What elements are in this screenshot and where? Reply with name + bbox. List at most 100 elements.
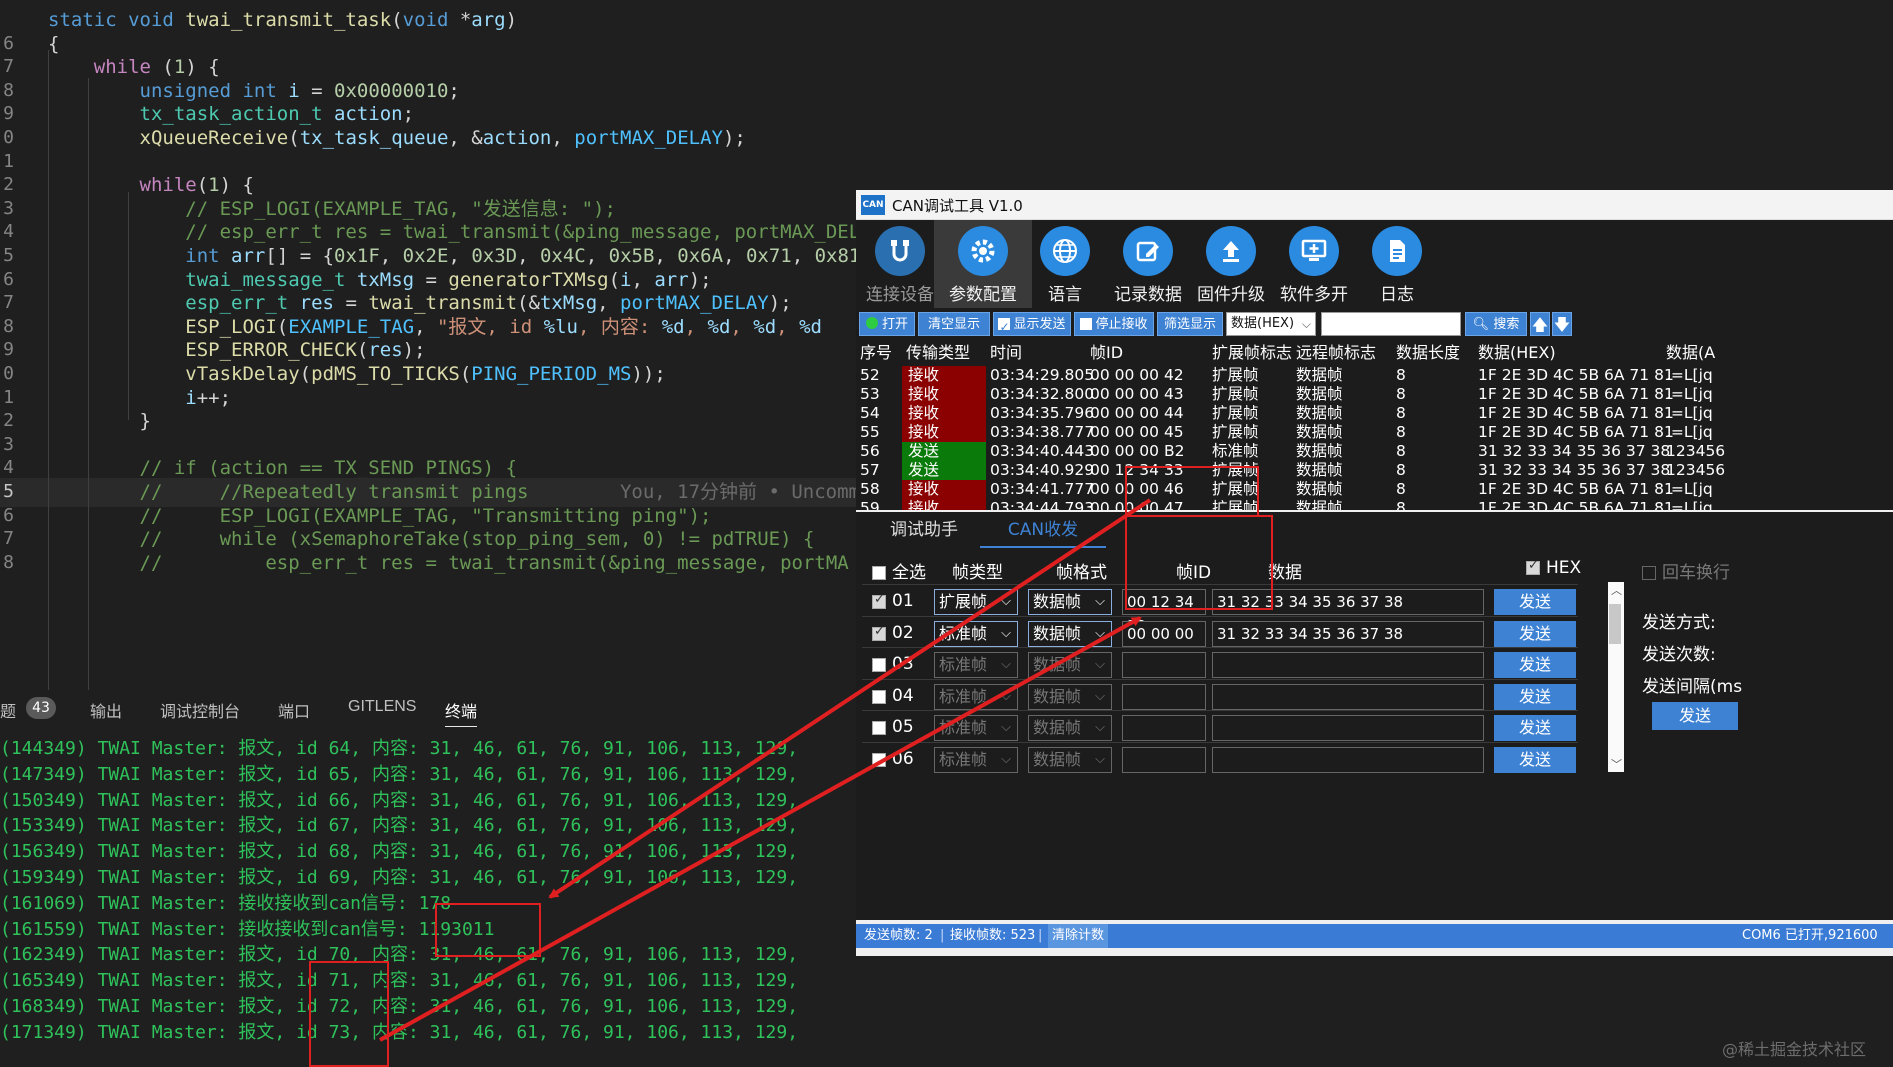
clear-display-button[interactable]: 清空显示	[918, 312, 990, 336]
frame-id-input[interactable]	[1122, 652, 1206, 678]
stop-receive-label: 停止接收	[1095, 317, 1148, 332]
table-row[interactable]: 59 接收 03:34:44.793 00 00 00 47 扩展帧 数据帧 8 1F 2E …	[856, 499, 1893, 510]
function-tabs: 调试助手 CAN收发	[856, 512, 1893, 548]
arrow-down-icon[interactable]: 🡇	[1552, 312, 1572, 336]
send-button[interactable]: 发送	[1494, 652, 1576, 678]
search-button[interactable]: 🔍︎ 搜索	[1465, 312, 1527, 336]
send-row-checkbox[interactable]	[872, 752, 886, 767]
table-row[interactable]: 58 接收 03:34:41.777 00 00 00 46 扩展帧 数据帧 8 1F 2E …	[856, 480, 1893, 499]
frame-format-select[interactable]: 数据帧 ⌵	[1028, 683, 1112, 710]
open-button[interactable]: 打开	[859, 312, 915, 336]
frame-type-select[interactable]: 扩展帧 ⌵	[934, 589, 1018, 615]
column-header[interactable]: 帧ID	[1090, 340, 1123, 366]
hex-checkbox[interactable]: ✓ HEX	[1526, 558, 1581, 578]
frame-type-select[interactable]: 标准帧 ⌵	[934, 683, 1018, 710]
send-button[interactable]: 发送	[1494, 746, 1576, 773]
message-grid[interactable]: 序号 传输类型 时间 帧ID 扩展帧标志 远程帧标志 数据长度 数据(HEX) 数据(A 52 接…	[856, 340, 1893, 510]
frame-format-select[interactable]: 数据帧 ⌵	[1028, 652, 1112, 678]
show-send-toggle[interactable]: 显示发送	[993, 312, 1071, 339]
tab-ports[interactable]: 端口	[278, 698, 310, 722]
send-row-checkbox[interactable]	[872, 624, 886, 641]
arrow-up-icon[interactable]: 🡅	[1530, 312, 1550, 336]
table-row[interactable]: 53 接收 03:34:32.800 00 00 00 43 扩展帧 数据帧 8 1F 2E …	[856, 385, 1893, 404]
table-row[interactable]: 52 接收 03:34:29.805 00 00 00 42 扩展帧 数据帧 8 1F 2E …	[856, 366, 1893, 385]
frame-type-select[interactable]: 标准帧 ⌵	[934, 652, 1018, 678]
table-row[interactable]: 55 接收 03:34:38.777 00 00 00 45 扩展帧 数据帧 8 1F 2E …	[856, 423, 1893, 442]
search-input[interactable]	[1321, 312, 1461, 336]
frame-type-select[interactable]: 标准帧 ⌵	[934, 746, 1018, 773]
frame-id-input[interactable]: 00 12 34 33	[1122, 589, 1206, 635]
tab-debug-assistant[interactable]: 调试助手	[890, 512, 980, 548]
frame-id-input[interactable]	[1122, 715, 1206, 741]
column-header[interactable]: 数据(A	[1666, 340, 1715, 366]
send-button[interactable]: 发送	[1494, 620, 1576, 647]
code-token: ,	[597, 292, 621, 315]
send-row-checkbox[interactable]	[872, 592, 886, 609]
stop-receive-toggle[interactable]: 停止接收	[1074, 312, 1154, 336]
frame-format-select[interactable]: 数据帧 ⌵	[1028, 746, 1112, 773]
column-header[interactable]: 远程帧标志	[1296, 340, 1376, 366]
frame-format-select[interactable]: 数据帧 ⌵	[1028, 620, 1112, 647]
terminal-line: (161559) TWAI Master: 接收接收到can信号: 119301…	[0, 918, 495, 940]
code-token: %d	[753, 315, 777, 338]
crlf-checkbox[interactable]: 回车换行	[1642, 558, 1730, 583]
table-cell-dir: 接收	[902, 404, 986, 423]
frame-data-input[interactable]: 31 32 33 34 35 36 37 38	[1212, 589, 1484, 615]
table-row[interactable]: 54 接收 03:34:35.796 00 00 00 44 扩展帧 数据帧 8 1F 2E …	[856, 404, 1893, 423]
column-header[interactable]: 序号	[860, 340, 892, 366]
frame-data-input[interactable]: 31 32 33 34 35 36 37 38	[1212, 620, 1484, 647]
send-button[interactable]: 发送	[1494, 683, 1576, 710]
frame-id-input[interactable]	[1122, 683, 1206, 710]
select-all-checkbox[interactable]: 全选	[872, 558, 926, 583]
periodic-send-button[interactable]: 发送	[1652, 702, 1738, 730]
column-header[interactable]: 时间	[990, 340, 1022, 366]
send-row-checkbox[interactable]	[872, 658, 886, 672]
table-row[interactable]: 56 发送 03:34:40.443 00 00 00 B2 标准帧 数据帧 8 31 32 …	[856, 442, 1893, 461]
data-header: 数据	[1268, 563, 1302, 583]
filter-display-button[interactable]: 筛选显示	[1157, 312, 1223, 336]
app-logo: CAN	[861, 195, 885, 215]
frame-data-input[interactable]	[1212, 746, 1484, 773]
frame-type-select[interactable]: 标准帧 ⌵	[934, 620, 1018, 647]
column-header[interactable]: 传输类型	[906, 340, 970, 366]
frame-data-input[interactable]	[1212, 652, 1484, 678]
table-cell-ascii: 123456	[1666, 442, 1726, 460]
clear-count-button[interactable]: 清除计数	[1048, 924, 1109, 948]
data-format-select[interactable]: 数据(HEX) ⌵	[1226, 312, 1316, 336]
tab-gitlens[interactable]: GITLENS	[348, 698, 416, 716]
frame-data-input[interactable]	[1212, 715, 1484, 741]
frame-data-input[interactable]	[1212, 683, 1484, 710]
column-header[interactable]: 扩展帧标志	[1212, 340, 1292, 366]
column-header[interactable]: 数据长度	[1396, 340, 1460, 366]
checkbox-icon	[998, 315, 1011, 339]
table-cell-rtr: 数据帧	[1296, 499, 1343, 510]
code-token: void	[128, 9, 186, 31]
send-row: 02 标准帧 ⌵ 数据帧 ⌵ 00 00 00 B231 32 33 34 35 36 3…	[862, 615, 1578, 667]
frame-format-select[interactable]: 数据帧 ⌵	[1028, 715, 1112, 741]
send-row-checkbox[interactable]	[872, 689, 886, 704]
frame-id-input[interactable]	[1122, 746, 1206, 773]
send-button[interactable]: 发送	[1494, 589, 1576, 615]
frame-format-value: 数据帧	[1033, 655, 1082, 674]
frame-type-select[interactable]: 标准帧 ⌵	[934, 715, 1018, 741]
column-header[interactable]: 数据(HEX)	[1478, 340, 1556, 366]
frame-id-input[interactable]: 00 00 00 B2	[1122, 620, 1206, 667]
scroll-thumb[interactable]	[1609, 604, 1621, 644]
send-button[interactable]: 发送	[1494, 715, 1576, 741]
code-token: ++;	[196, 386, 232, 409]
tab-can-transceive[interactable]: CAN收发	[980, 512, 1106, 548]
toolbar-button-document[interactable]: 日志	[1348, 220, 1446, 308]
terminal-line: (144349) TWAI Master: 报文, id 64, 内容: 31,…	[0, 738, 799, 759]
status-bar: 发送帧数: 2 | 接收帧数: 523 | 清除计数 COM6 已打开,9216…	[856, 924, 1893, 948]
send-interval-label: 发送间隔(ms	[1642, 677, 1743, 697]
send-row-checkbox[interactable]	[872, 721, 886, 735]
frame-format-select[interactable]: 数据帧 ⌵	[1028, 589, 1112, 615]
table-row[interactable]: 57 发送 03:34:40.929 00 12 34 33 扩展帧 数据帧 8 31 32 …	[856, 461, 1893, 480]
tab-debug-console[interactable]: 调试控制台	[160, 698, 240, 722]
vertical-scrollbar[interactable]: ︿ ﹀	[1608, 582, 1624, 772]
tab-terminal[interactable]: 终端	[445, 698, 478, 727]
tab-problems[interactable]: 题	[0, 698, 16, 722]
tab-output[interactable]: 输出	[90, 698, 122, 722]
